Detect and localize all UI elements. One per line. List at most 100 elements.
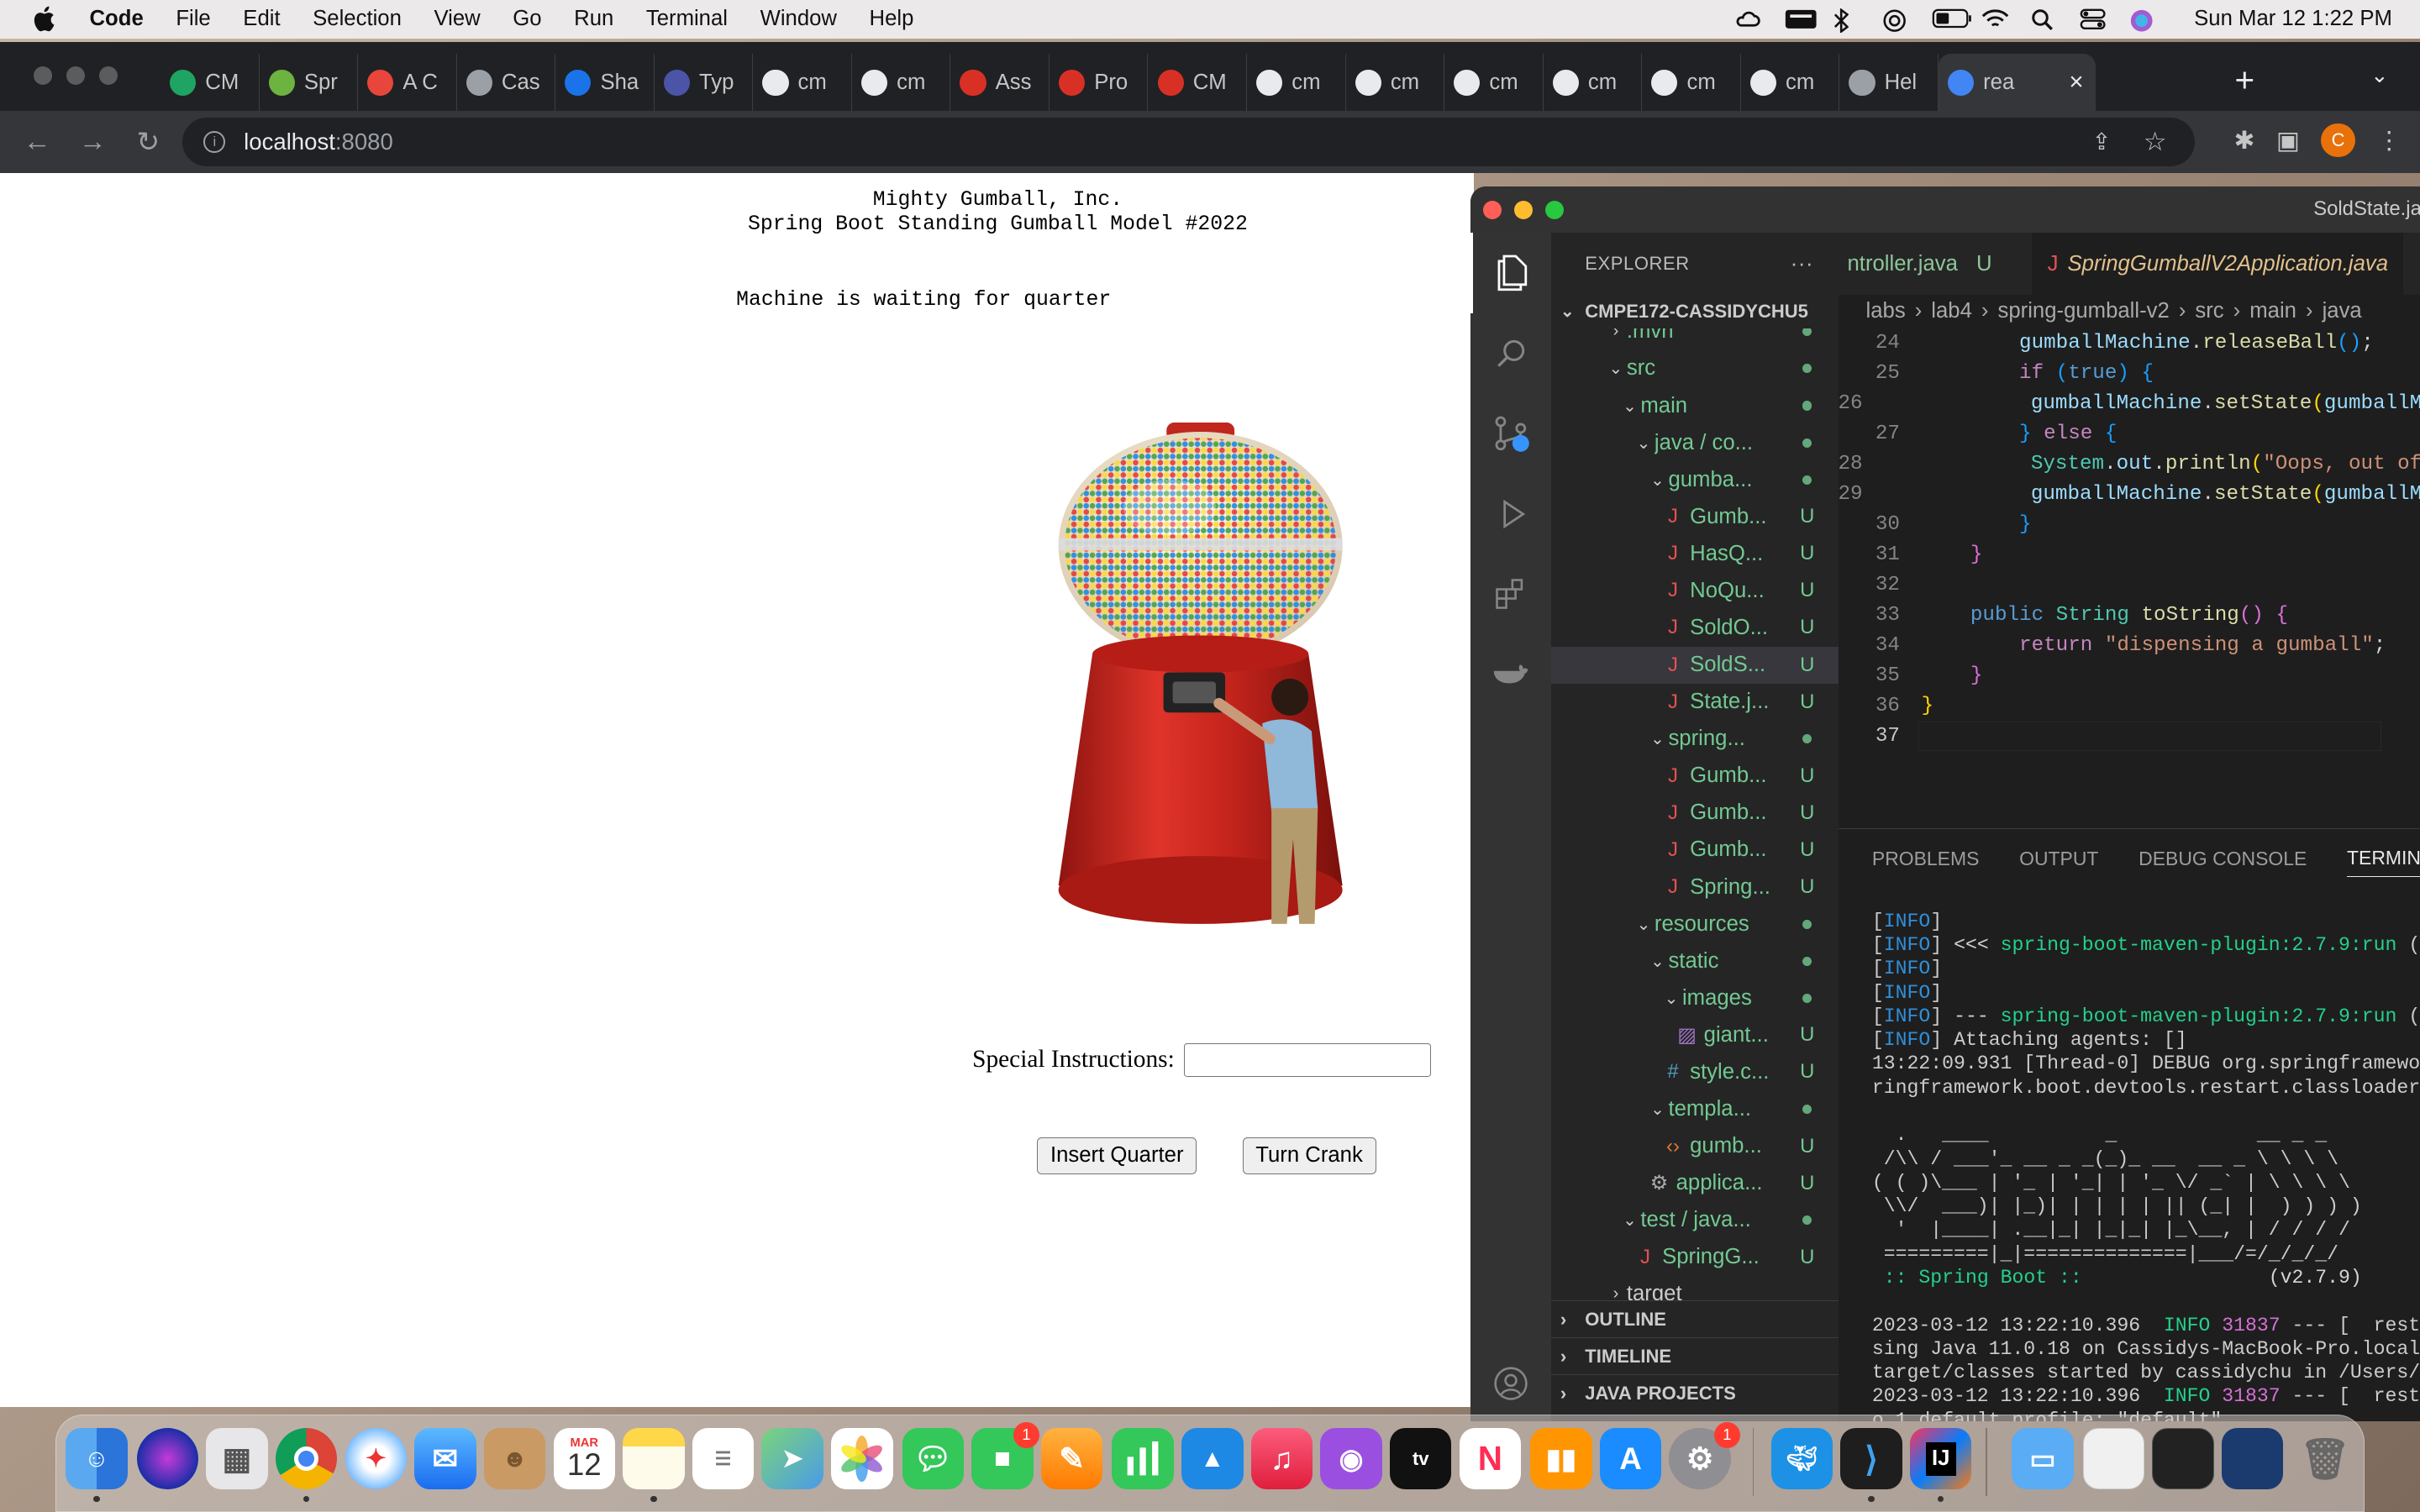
tree-item[interactable]: J Gumb... U bbox=[1551, 758, 1839, 795]
tree-item[interactable]: ⌄ static bbox=[1551, 942, 1839, 979]
close-tab-icon[interactable]: × bbox=[2069, 68, 2083, 97]
tree-item[interactable]: J NoQu... U bbox=[1551, 572, 1839, 609]
tree-item[interactable]: J Gumb... U bbox=[1551, 832, 1839, 869]
zoom-window-button[interactable] bbox=[98, 66, 118, 85]
tree-item[interactable]: ▨ giant... U bbox=[1551, 1016, 1839, 1053]
breadcrumb-item[interactable]: spring-gumball-v2 bbox=[1998, 299, 2170, 323]
tab-search-chevron-icon[interactable]: ⌄ bbox=[2370, 63, 2389, 88]
intellij-icon[interactable]: IJ bbox=[1909, 1427, 1972, 1490]
photos-icon[interactable] bbox=[831, 1427, 893, 1490]
menu-app-name[interactable]: Code bbox=[89, 7, 143, 31]
airdrop-icon[interactable] bbox=[1882, 8, 1910, 32]
browser-tab[interactable]: Ass bbox=[950, 54, 1050, 112]
menu-window[interactable]: Window bbox=[760, 7, 837, 31]
breadcrumb-item[interactable]: java bbox=[2323, 299, 2362, 323]
tree-item[interactable]: ⌄ java / co... bbox=[1551, 424, 1839, 461]
explorer-more-icon[interactable]: ··· bbox=[1791, 252, 1813, 276]
siri-icon[interactable] bbox=[2129, 8, 2157, 32]
browser-tab[interactable]: Sha bbox=[555, 54, 655, 112]
menu-run[interactable]: Run bbox=[574, 7, 613, 31]
address-bar[interactable]: i localhost:8080 ⇪ ☆ bbox=[182, 117, 2195, 167]
vscode-close-button[interactable] bbox=[1483, 200, 1502, 219]
timeline-section[interactable]: › TIMELINE bbox=[1550, 1337, 1839, 1374]
safari-icon[interactable]: ✦ bbox=[345, 1427, 408, 1490]
browser-tab[interactable]: rea × bbox=[1938, 54, 2096, 112]
messages-icon[interactable]: 💬︎ bbox=[902, 1427, 965, 1490]
tree-item[interactable]: ⌄ gumba... bbox=[1551, 461, 1839, 498]
menu-file[interactable]: File bbox=[176, 7, 210, 31]
mail-icon[interactable]: ✉ bbox=[414, 1427, 476, 1490]
tree-item[interactable]: J SpringG... U bbox=[1551, 1239, 1839, 1276]
menu-terminal[interactable]: Terminal bbox=[646, 7, 728, 31]
share-icon[interactable]: ⇪ bbox=[2092, 129, 2112, 155]
tree-item[interactable]: › .mvn bbox=[1551, 328, 1839, 350]
books-icon[interactable]: ▮▮ bbox=[1530, 1427, 1592, 1490]
back-button[interactable]: ← bbox=[9, 126, 65, 158]
side-panel-icon[interactable]: ▣ bbox=[2276, 126, 2300, 155]
browser-tab[interactable]: cm bbox=[852, 54, 951, 112]
menu-edit[interactable]: Edit bbox=[243, 7, 280, 31]
extensions-puzzle-icon[interactable]: ✱ bbox=[2234, 126, 2255, 155]
siri-app-icon[interactable] bbox=[136, 1427, 199, 1490]
bookmark-star-icon[interactable]: ☆ bbox=[2144, 127, 2167, 157]
downloads-folder-icon[interactable]: ▭ bbox=[2012, 1427, 2074, 1490]
vscode-zoom-button[interactable] bbox=[1544, 200, 1564, 219]
vscode-app-icon[interactable]: ⟩ bbox=[1840, 1427, 1902, 1490]
tree-item[interactable]: J Spring... U bbox=[1551, 869, 1839, 906]
special-instructions-input[interactable] bbox=[1183, 1042, 1431, 1077]
recent-document-icon[interactable] bbox=[2082, 1427, 2145, 1490]
control-center-icon[interactable] bbox=[2080, 8, 2107, 30]
code-view[interactable]: 24 gumballMachine.releaseBall(); 25 if (… bbox=[1839, 328, 2420, 752]
contacts-icon[interactable]: ☻ bbox=[483, 1427, 546, 1490]
trash-icon[interactable]: 🗑︎ bbox=[2294, 1428, 2355, 1489]
tree-item[interactable]: J SoldS... U bbox=[1550, 646, 1839, 684]
calendar-icon[interactable]: MAR 12 bbox=[553, 1427, 615, 1490]
keyboard-icon[interactable] bbox=[1784, 8, 1817, 30]
accounts-icon[interactable] bbox=[1470, 1344, 1551, 1421]
close-window-button[interactable] bbox=[34, 66, 53, 85]
minimize-window-button[interactable] bbox=[66, 66, 85, 85]
battery-icon[interactable] bbox=[1932, 8, 1971, 30]
browser-tab[interactable]: cm bbox=[1444, 54, 1544, 112]
tree-item[interactable]: J HasQ... U bbox=[1551, 535, 1839, 572]
numbers-icon[interactable] bbox=[1112, 1427, 1174, 1490]
docker-app-icon[interactable]: 🐳︎ bbox=[1770, 1427, 1833, 1490]
terminal-output[interactable]: [INFO] [INFO] <<< spring-boot-maven-plug… bbox=[1839, 888, 2420, 1421]
editor-tab-application[interactable]: J SpringGumballV2Application.java bbox=[2032, 233, 2404, 295]
wifi-icon[interactable] bbox=[1981, 8, 2009, 30]
panel-tab-debug-console[interactable]: DEBUG CONSOLE bbox=[2139, 848, 2307, 870]
docker-icon[interactable] bbox=[1470, 634, 1551, 715]
browser-tab[interactable]: cm bbox=[1544, 54, 1643, 112]
screenshot-stack-icon[interactable] bbox=[2221, 1427, 2284, 1490]
browser-tab[interactable]: Cas bbox=[457, 54, 556, 112]
site-info-icon[interactable]: i bbox=[203, 131, 226, 153]
outline-section[interactable]: › OUTLINE bbox=[1550, 1300, 1839, 1337]
forward-button[interactable]: → bbox=[65, 126, 120, 158]
browser-tab[interactable]: Typ bbox=[655, 54, 754, 112]
apple-menu-icon[interactable] bbox=[28, 5, 59, 33]
breadcrumb-item[interactable]: lab4 bbox=[1931, 299, 1972, 323]
tree-item[interactable]: ⌄ main bbox=[1551, 387, 1839, 424]
tree-item[interactable]: ⌄ images bbox=[1551, 979, 1839, 1016]
source-control-icon[interactable] bbox=[1470, 393, 1551, 474]
browser-tab[interactable]: cm bbox=[1247, 54, 1346, 112]
breadcrumb-item[interactable]: labs bbox=[1866, 299, 1906, 323]
search-icon[interactable] bbox=[1470, 313, 1551, 394]
tree-item[interactable]: ⌄ src bbox=[1551, 350, 1839, 387]
panel-tab-output[interactable]: OUTPUT bbox=[2019, 848, 2098, 870]
editor-tab-controller[interactable]: ntroller.java U bbox=[1832, 233, 2007, 294]
menubar-clock[interactable]: Sun Mar 12 1:22 PM bbox=[2194, 7, 2392, 31]
music-icon[interactable]: ♫ bbox=[1250, 1427, 1313, 1490]
browser-tab[interactable]: CM bbox=[1148, 54, 1248, 112]
tree-item[interactable]: J Gumb... U bbox=[1551, 498, 1839, 535]
browser-tab[interactable]: cm bbox=[753, 54, 852, 112]
run-debug-icon[interactable] bbox=[1470, 474, 1551, 554]
browser-tab[interactable]: Hel bbox=[1839, 54, 1939, 112]
browser-tab[interactable]: cm bbox=[1642, 54, 1741, 112]
insert-quarter-button[interactable]: Insert Quarter bbox=[1037, 1137, 1197, 1174]
recent-window-icon[interactable] bbox=[2152, 1427, 2214, 1490]
turn-crank-button[interactable]: Turn Crank bbox=[1242, 1137, 1376, 1174]
menu-selection[interactable]: Selection bbox=[313, 7, 402, 31]
browser-tab[interactable]: A C bbox=[358, 54, 457, 112]
profile-avatar[interactable]: C bbox=[2321, 123, 2355, 158]
